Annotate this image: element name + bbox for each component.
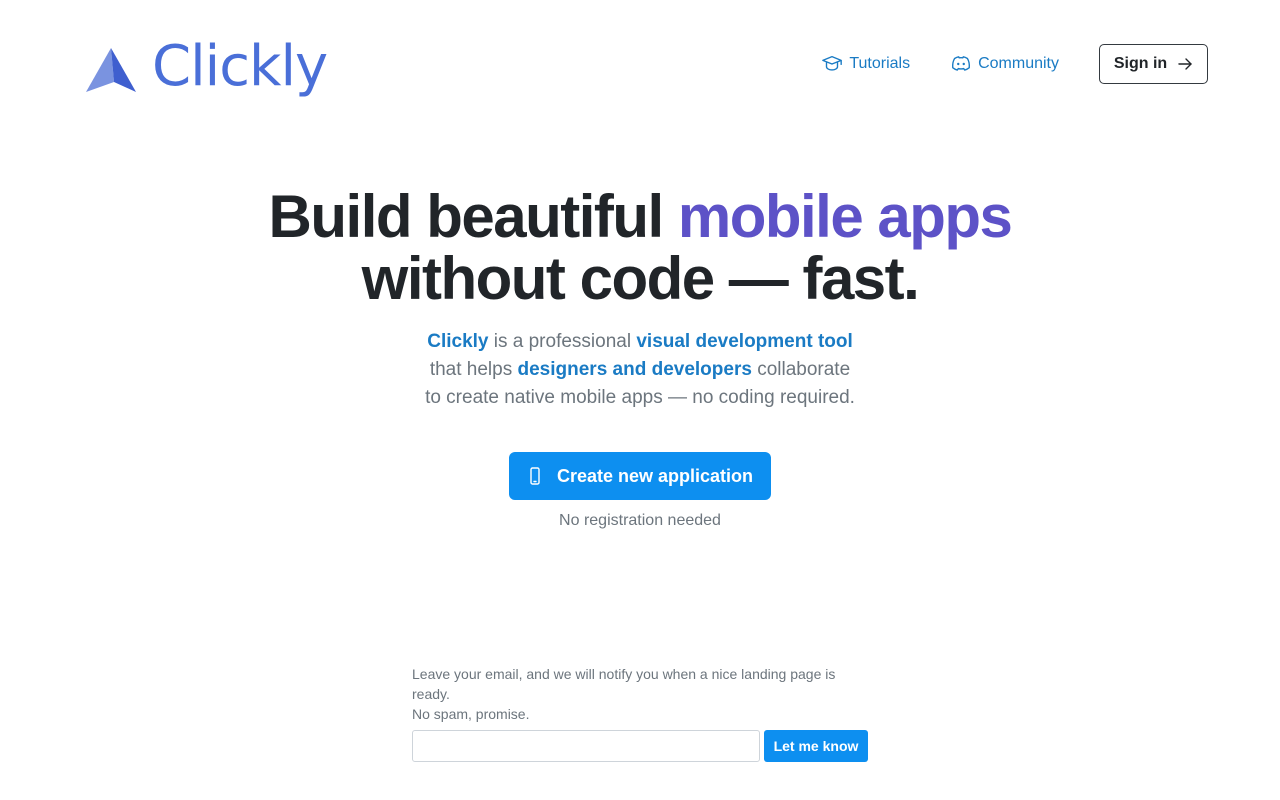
notify-text: Leave your email, and we will notify you… xyxy=(412,664,868,724)
email-input[interactable] xyxy=(412,730,760,762)
create-application-button[interactable]: Create new application xyxy=(509,452,771,500)
hero-designers-link[interactable]: designers and developers xyxy=(518,359,752,380)
hero-sub-text-4: to create native mobile apps — no coding… xyxy=(425,387,855,408)
let-me-know-button[interactable]: Let me know xyxy=(764,730,868,762)
hero-sub-text-1: is a professional xyxy=(488,331,637,352)
nav-tutorials-link[interactable]: Tutorials xyxy=(821,53,910,75)
discord-icon xyxy=(952,56,971,71)
hero-section: Build beautiful mobile apps without code… xyxy=(0,186,1280,412)
hero-visual-tool-link[interactable]: visual development tool xyxy=(636,331,852,352)
nav-tutorials-label: Tutorials xyxy=(849,55,911,72)
site-header: Clickly Tutorials Community Sign in xyxy=(0,0,1280,130)
hero-title-part1: Build beautiful xyxy=(268,183,678,250)
logo-arrow-icon xyxy=(86,48,136,92)
hero-sub-text-3: collaborate xyxy=(751,359,851,380)
logo-text: Clickly xyxy=(152,34,328,99)
hero-title: Build beautiful mobile apps without code… xyxy=(0,186,1280,310)
top-nav: Tutorials Community Sign in xyxy=(821,44,1208,84)
notify-row: Let me know xyxy=(412,730,868,762)
hero-title-accent: mobile apps xyxy=(677,183,1013,250)
hero-brand-link[interactable]: Clickly xyxy=(427,331,488,352)
sign-in-button[interactable]: Sign in xyxy=(1099,44,1208,84)
no-registration-note: No registration needed xyxy=(559,512,721,529)
nav-community-link[interactable]: Community xyxy=(950,53,1059,75)
create-application-label: Create new application xyxy=(556,465,754,486)
arrow-right-icon xyxy=(1178,58,1192,70)
hero-title-part2: without code — fast. xyxy=(361,245,920,312)
notify-line-2: No spam, promise. xyxy=(412,706,530,722)
hero-sub-text-2: that helps xyxy=(429,359,518,380)
notify-line-1: Leave your email, and we will notify you… xyxy=(412,666,836,702)
cta-area: Create new application No registration n… xyxy=(0,452,1280,530)
sign-in-label: Sign in xyxy=(1113,55,1168,72)
logo[interactable]: Clickly xyxy=(84,34,328,104)
hero-subtitle: Clickly is a professional visual develop… xyxy=(380,328,900,412)
notify-form: Leave your email, and we will notify you… xyxy=(412,664,868,762)
graduation-cap-icon xyxy=(822,55,843,71)
nav-community-label: Community xyxy=(978,55,1059,72)
mobile-phone-icon xyxy=(530,467,540,485)
